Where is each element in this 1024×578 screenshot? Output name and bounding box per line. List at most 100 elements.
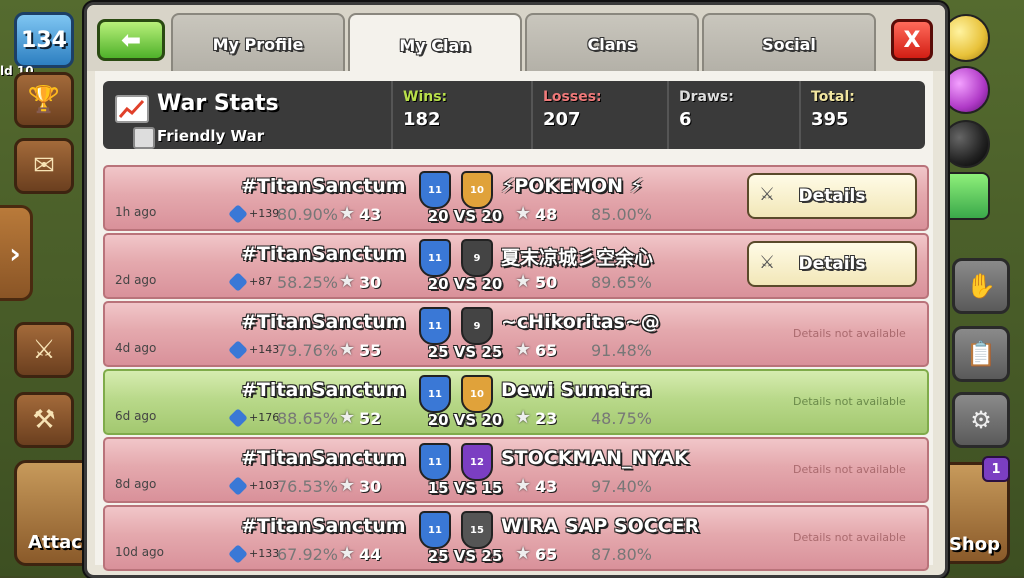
war-log-row[interactable]: 10d ago #TitanSanctum +133 67.92% ★ 44 11 15 25 …: [103, 505, 929, 571]
enemy-clan-name: Dewi Sumatra: [501, 379, 652, 401]
tab-my-clan[interactable]: My Clan: [348, 13, 522, 75]
shop-notification-badge: 1: [982, 456, 1010, 482]
war-time-ago: 8d ago: [115, 477, 157, 491]
details-button[interactable]: ⚔ Details: [747, 241, 917, 287]
war-log-content: War Stats Friendly War Wins: 182 Losses:…: [95, 71, 933, 571]
war-time-ago: 2d ago: [115, 273, 157, 287]
wins-label: Wins:: [403, 89, 448, 105]
clan-xp-gain: +103: [249, 479, 280, 492]
our-stars: 30: [359, 273, 382, 292]
total-value: 395: [811, 109, 849, 130]
star-icon: ★: [339, 543, 356, 564]
enemy-clan-name: ~cHikoritas~@: [501, 311, 660, 333]
enemy-stars: 50: [535, 273, 558, 292]
clan-xp-icon: [228, 204, 248, 224]
war-time-ago: 1h ago: [115, 205, 157, 219]
draws-label: Draws:: [679, 89, 734, 105]
details-not-available: Details not available: [793, 531, 906, 544]
move-hand-icon[interactable]: ✋: [952, 258, 1010, 314]
details-not-available: Details not available: [793, 327, 906, 340]
enemy-destruction-percent: 48.75%: [591, 409, 653, 428]
enemy-destruction-percent: 85.00%: [591, 205, 653, 224]
attack-label: Attac: [28, 532, 82, 553]
builder-icon[interactable]: ⚒: [14, 392, 74, 448]
clan-panel: ⬅ My Profile My Clan Clans Social X War …: [84, 2, 948, 578]
clan-war-icon[interactable]: ⚔: [14, 322, 74, 378]
clan-xp-icon: [228, 408, 248, 428]
our-destruction-percent: 76.53%: [277, 477, 339, 496]
star-icon: ★: [515, 475, 532, 496]
details-button[interactable]: ⚔ Details: [747, 173, 917, 219]
details-label: Details: [798, 186, 866, 206]
our-clan-name: #TitanSanctum: [241, 311, 406, 333]
tab-bar: ⬅ My Profile My Clan Clans Social X: [87, 5, 945, 75]
star-icon: ★: [339, 271, 356, 292]
chart-icon: [115, 95, 149, 123]
friendly-war-checkbox[interactable]: [133, 127, 155, 149]
enemy-destruction-percent: 87.80%: [591, 545, 653, 564]
our-clan-badge: 11: [419, 443, 451, 481]
close-icon: X: [903, 27, 921, 53]
clan-xp-icon: [228, 272, 248, 292]
layout-notes-icon[interactable]: 📋: [952, 326, 1010, 382]
our-stars: 55: [359, 341, 382, 360]
war-log-row[interactable]: 1h ago #TitanSanctum +139 80.90% ★ 43 11 10 20 V…: [103, 165, 929, 231]
war-size: 20 VS 20: [427, 275, 503, 293]
enemy-clan-name: STOCKMAN_NYAK: [501, 447, 689, 469]
enemy-clan-badge: 12: [461, 443, 493, 481]
dark-elixir-icon[interactable]: [942, 120, 990, 168]
star-icon: ★: [339, 407, 356, 428]
our-stars: 44: [359, 545, 382, 564]
gem-icon[interactable]: [942, 172, 990, 220]
tab-my-profile[interactable]: My Profile: [171, 13, 345, 73]
enemy-clan-badge: 9: [461, 239, 493, 277]
war-log-row[interactable]: 8d ago #TitanSanctum +103 76.53% ★ 30 11 12 15 V…: [103, 437, 929, 503]
our-clan-badge: 11: [419, 239, 451, 277]
details-not-available: Details not available: [793, 463, 906, 476]
war-log-row[interactable]: 2d ago #TitanSanctum +87 58.25% ★ 30 11 9 20 VS …: [103, 233, 929, 299]
star-icon: ★: [515, 203, 532, 224]
star-icon: ★: [339, 203, 356, 224]
war-time-ago: 10d ago: [115, 545, 165, 559]
draws-value: 6: [679, 109, 692, 130]
settings-gear-icon[interactable]: ⚙: [952, 392, 1010, 448]
tab-social[interactable]: Social: [702, 13, 876, 73]
elixir-icon[interactable]: [942, 66, 990, 114]
close-button[interactable]: X: [891, 19, 933, 61]
star-icon: ★: [339, 339, 356, 360]
enemy-destruction-percent: 91.48%: [591, 341, 653, 360]
losses-value: 207: [543, 109, 581, 130]
war-time-ago: 4d ago: [115, 341, 157, 355]
expand-chevron-icon[interactable]: ›: [0, 205, 33, 301]
clan-xp-gain: +176: [249, 411, 280, 424]
war-size: 20 VS 20: [427, 207, 503, 225]
war-size: 15 VS 15: [427, 479, 503, 497]
back-button[interactable]: ⬅: [97, 19, 165, 61]
gold-icon[interactable]: [942, 14, 990, 62]
our-clan-name: #TitanSanctum: [241, 515, 406, 537]
shop-label: Shop: [948, 534, 1000, 555]
experience-level-badge[interactable]: 134: [14, 12, 74, 68]
clan-xp-gain: +87: [249, 275, 273, 288]
enemy-clan-name: 夏末凉城彡空余心: [501, 247, 654, 269]
tab-clans[interactable]: Clans: [525, 13, 699, 73]
war-log-row[interactable]: 6d ago #TitanSanctum +176 88.65% ★ 52 11 10 20 V…: [103, 369, 929, 435]
trophy-icon[interactable]: 🏆: [14, 72, 74, 128]
enemy-stars: 23: [535, 409, 558, 428]
our-destruction-percent: 79.76%: [277, 341, 339, 360]
mail-icon[interactable]: ✉: [14, 138, 74, 194]
enemy-destruction-percent: 97.40%: [591, 477, 653, 496]
enemy-stars: 65: [535, 341, 558, 360]
war-stats-header: War Stats Friendly War Wins: 182 Losses:…: [103, 81, 925, 149]
enemy-destruction-percent: 89.65%: [591, 273, 653, 292]
total-stat: Total: 395: [799, 81, 927, 149]
war-size: 20 VS 20: [427, 411, 503, 429]
back-arrow-icon: ⬅: [120, 26, 142, 54]
enemy-clan-name: WIRA SAP SOCCER: [501, 515, 700, 537]
losses-label: Losses:: [543, 89, 602, 105]
clan-xp-gain: +143: [249, 343, 280, 356]
star-icon: ★: [515, 543, 532, 564]
enemy-stars: 65: [535, 545, 558, 564]
enemy-clan-badge: 10: [461, 375, 493, 413]
war-log-row[interactable]: 4d ago #TitanSanctum +143 79.76% ★ 55 11 9 25 VS…: [103, 301, 929, 367]
